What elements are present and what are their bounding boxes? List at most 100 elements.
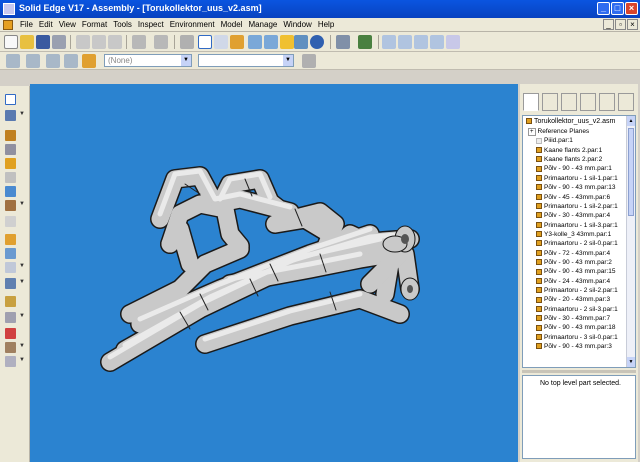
- view-cube-icon[interactable]: [248, 35, 262, 49]
- render-sphere-icon[interactable]: [310, 35, 324, 49]
- chevron-down-icon[interactable]: ▼: [19, 263, 25, 269]
- undo-icon[interactable]: [132, 35, 146, 49]
- view-orient-icon[interactable]: [264, 35, 278, 49]
- measure-icon[interactable]: [5, 328, 16, 339]
- tree-item[interactable]: Põlv - 90 - 43 mm.par:1: [536, 164, 612, 173]
- menu-manage[interactable]: Manage: [245, 19, 280, 31]
- fit-icon[interactable]: [414, 35, 428, 49]
- tree-item[interactable]: Piiid.par:1: [536, 136, 573, 145]
- open-icon[interactable]: [20, 35, 34, 49]
- cut-icon[interactable]: [76, 35, 90, 49]
- menu-window[interactable]: Window: [280, 19, 314, 31]
- panel-splitter[interactable]: [522, 370, 636, 373]
- part-icon[interactable]: [230, 35, 244, 49]
- paste-icon[interactable]: [108, 35, 122, 49]
- axial-icon[interactable]: [5, 172, 16, 183]
- close-button[interactable]: ×: [625, 2, 638, 15]
- align-icon[interactable]: [5, 144, 16, 155]
- explode-icon[interactable]: [5, 296, 16, 307]
- menu-model[interactable]: Model: [218, 19, 246, 31]
- copy-icon[interactable]: [92, 35, 106, 49]
- table-icon[interactable]: [46, 54, 60, 68]
- plane-icon[interactable]: [5, 186, 16, 197]
- move-part-icon[interactable]: [5, 262, 16, 273]
- tree-item[interactable]: Primaartoru - 2 sil-0.par:1: [536, 239, 618, 248]
- tree-item[interactable]: Kaane flants 2.par:2: [536, 155, 602, 164]
- chevron-down-icon[interactable]: ▼: [181, 55, 191, 66]
- tab-parts-library[interactable]: [542, 93, 558, 111]
- tab-features[interactable]: [561, 93, 577, 111]
- mirror-icon[interactable]: [5, 216, 16, 227]
- select-arrow-icon[interactable]: [5, 94, 16, 105]
- motor-icon[interactable]: [5, 278, 16, 289]
- graphics-viewport[interactable]: [30, 84, 518, 462]
- settings-icon[interactable]: [302, 54, 316, 68]
- tube-icon[interactable]: [5, 342, 16, 353]
- mate-icon[interactable]: [5, 130, 16, 141]
- tab-feature-library[interactable]: [618, 93, 634, 111]
- tree-item[interactable]: Põlv - 90 - 43 mm.par:15: [536, 267, 616, 276]
- tree-item[interactable]: Primaartoru - 2 sil-2.par:1: [536, 286, 618, 295]
- replace-part-icon[interactable]: [5, 248, 16, 259]
- hyperlink-icon[interactable]: [180, 35, 194, 49]
- document-icon[interactable]: [3, 20, 13, 30]
- tab-layers[interactable]: [580, 93, 596, 111]
- doc-restore-button[interactable]: ▫: [615, 19, 626, 30]
- tree-item[interactable]: Primaartoru - 1 sil-1.par:1: [536, 174, 618, 183]
- tree-item[interactable]: Kaane flants 2.par:1: [536, 146, 602, 155]
- chevron-down-icon[interactable]: ▼: [19, 201, 25, 207]
- chevron-down-icon[interactable]: ▼: [19, 279, 25, 285]
- tree-item[interactable]: Põlv - 45 - 43mm.par:6: [536, 193, 610, 202]
- redo-icon[interactable]: [154, 35, 168, 49]
- display-icon[interactable]: [294, 35, 308, 49]
- properties-icon[interactable]: [26, 54, 40, 68]
- view-combo[interactable]: ▼: [198, 54, 294, 67]
- insert-icon[interactable]: [5, 158, 16, 169]
- new-icon[interactable]: [4, 35, 18, 49]
- menu-file[interactable]: File: [17, 19, 36, 31]
- tree-root[interactable]: Torukollektor_uus_v2.asm: [526, 118, 615, 125]
- tree-item[interactable]: Põlv - 72 - 43mm.par:4: [536, 249, 610, 258]
- chevron-down-icon[interactable]: ▼: [19, 343, 25, 349]
- tree-item[interactable]: Primaartoru - 2 sil-3.par:1: [536, 305, 618, 314]
- wire-icon[interactable]: [5, 356, 16, 367]
- part-props-icon[interactable]: [82, 54, 96, 68]
- pattern-icon[interactable]: [5, 200, 16, 211]
- tree-item[interactable]: Põlv - 30 - 43mm.par:7: [536, 314, 610, 323]
- print-icon[interactable]: [52, 35, 66, 49]
- menu-view[interactable]: View: [56, 19, 79, 31]
- zoom-area-icon[interactable]: [382, 35, 396, 49]
- menu-tools[interactable]: Tools: [110, 19, 135, 31]
- menu-format[interactable]: Format: [79, 19, 110, 31]
- menu-inspect[interactable]: Inspect: [135, 19, 167, 31]
- tree-item[interactable]: Põlv - 20 - 43mm.par:3: [536, 295, 610, 304]
- sketch-icon[interactable]: [214, 35, 228, 49]
- save-icon[interactable]: [36, 35, 50, 49]
- tree-item[interactable]: Põlv - 90 - 43 mm.par:3: [536, 342, 612, 351]
- tree-scrollbar[interactable]: ▲ ▼: [626, 116, 635, 367]
- tree-item[interactable]: Primaartoru - 1 sil-2.par:1: [536, 202, 618, 211]
- app-icon[interactable]: [3, 3, 15, 15]
- menu-edit[interactable]: Edit: [36, 19, 56, 31]
- minimize-button[interactable]: _: [597, 2, 610, 15]
- maximize-button[interactable]: □: [611, 2, 624, 15]
- tree-item[interactable]: Põlv - 24 - 43mm.par:4: [536, 277, 610, 286]
- doc-minimize-button[interactable]: _: [603, 19, 614, 30]
- tab-pathfinder[interactable]: [523, 93, 539, 111]
- menu-environment[interactable]: Environment: [167, 19, 218, 31]
- chevron-down-icon[interactable]: ▼: [283, 55, 293, 66]
- place-part-icon[interactable]: [5, 110, 16, 121]
- layer-icon[interactable]: [336, 35, 350, 49]
- chevron-down-icon[interactable]: ▼: [19, 111, 25, 117]
- chevron-down-icon[interactable]: ▼: [19, 357, 25, 363]
- scroll-up-icon[interactable]: ▲: [627, 116, 635, 126]
- tree-item[interactable]: Põlv - 30 - 43mm.par:4: [536, 211, 610, 220]
- tree-item[interactable]: + Reference Planes: [528, 127, 589, 136]
- scroll-down-icon[interactable]: ▼: [627, 357, 635, 367]
- help-icon[interactable]: [446, 35, 460, 49]
- select-tool-icon[interactable]: [198, 35, 212, 49]
- pan-icon[interactable]: [430, 35, 444, 49]
- tree-item[interactable]: Põlv - 90 - 43 mm.par:13: [536, 183, 616, 192]
- tree-item[interactable]: Primaartoru - 3 sil-0.par:1: [536, 333, 618, 342]
- interference-icon[interactable]: [5, 312, 16, 323]
